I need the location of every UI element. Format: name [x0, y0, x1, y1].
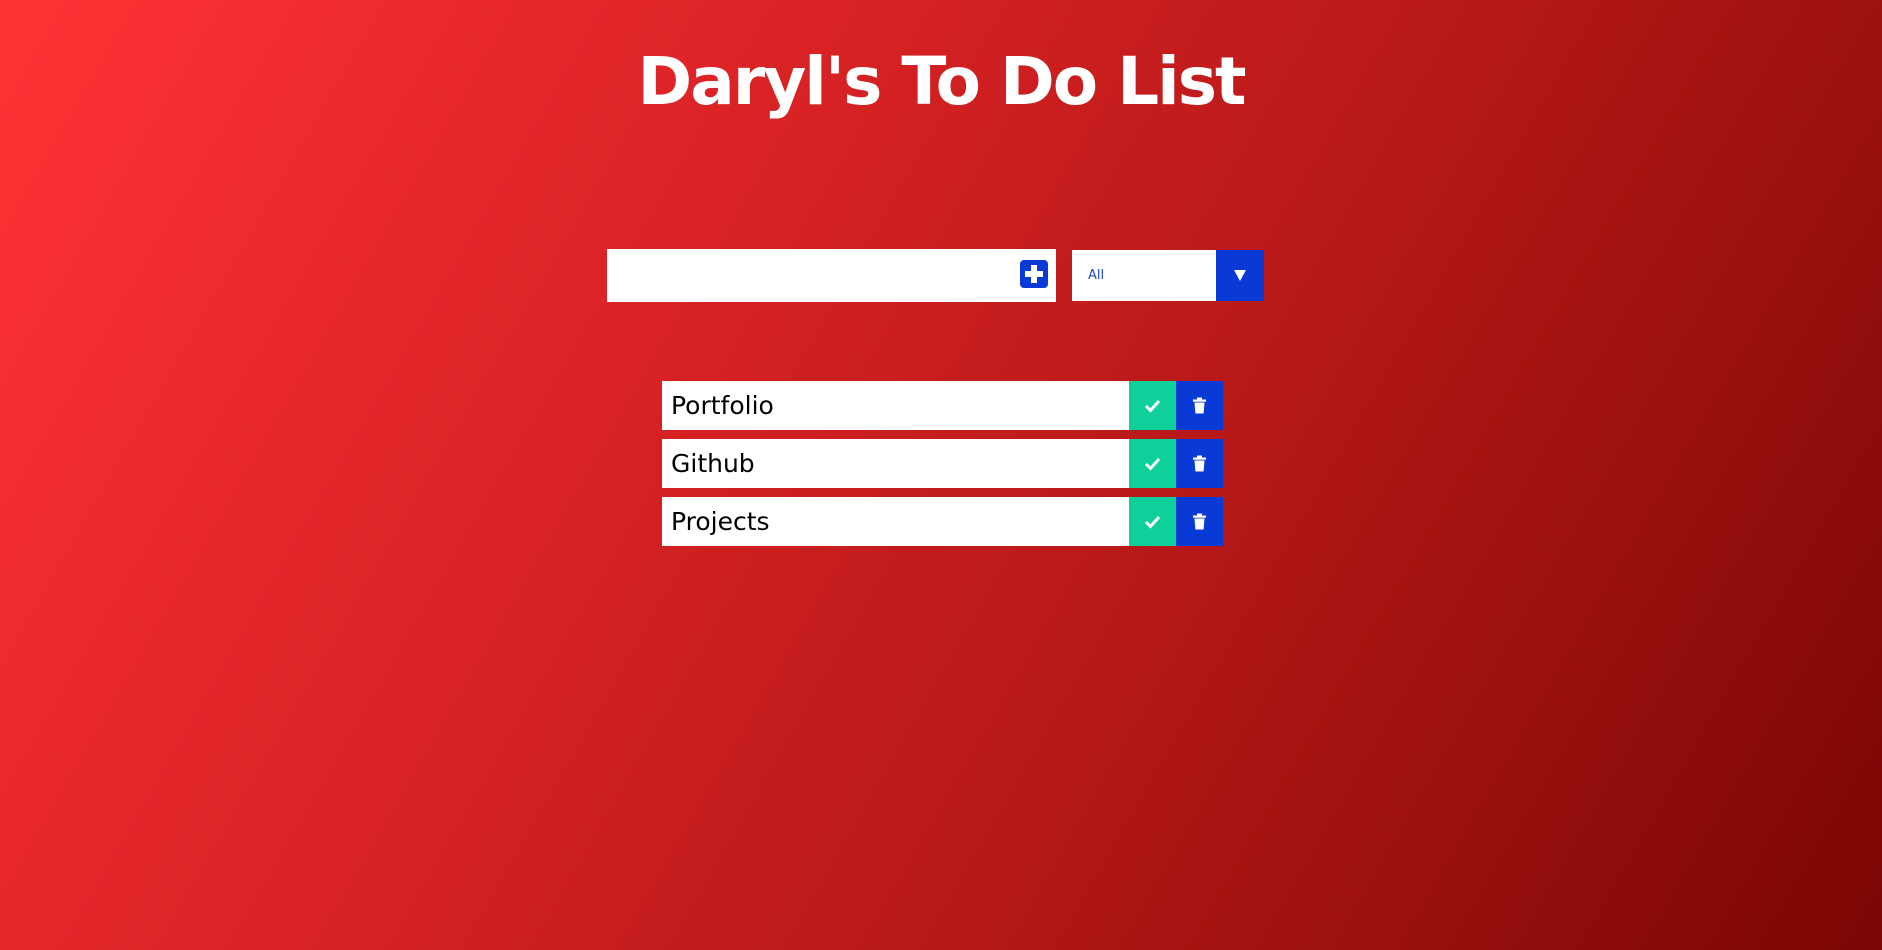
filter-dropdown-button[interactable] — [1216, 250, 1264, 301]
add-todo-button[interactable] — [1020, 260, 1048, 288]
complete-button[interactable] — [1129, 497, 1176, 546]
todo-item: Portfolio — [662, 381, 1223, 430]
trash-icon — [1193, 397, 1206, 414]
todo-list: Portfolio Github Projects — [662, 381, 1223, 555]
check-icon — [1144, 399, 1161, 413]
todo-item: Projects — [662, 497, 1223, 546]
check-icon — [1144, 457, 1161, 471]
delete-button[interactable] — [1176, 497, 1223, 546]
todo-input-wrapper — [607, 249, 1056, 302]
delete-button[interactable] — [1176, 381, 1223, 430]
page-title: Daryl's To Do List — [637, 43, 1246, 120]
plus-square-icon — [1025, 265, 1043, 283]
todo-item: Github — [662, 439, 1223, 488]
complete-button[interactable] — [1129, 439, 1176, 488]
todo-item-text: Github — [671, 449, 755, 478]
trash-icon — [1193, 513, 1206, 530]
check-icon — [1144, 515, 1161, 529]
delete-button[interactable] — [1176, 439, 1223, 488]
caret-down-icon — [1234, 270, 1246, 281]
todo-item-text: Portfolio — [671, 391, 774, 420]
complete-button[interactable] — [1129, 381, 1176, 430]
todo-input[interactable] — [607, 249, 1007, 302]
todo-item-text: Projects — [671, 507, 770, 536]
filter-select[interactable]: All — [1072, 250, 1216, 301]
trash-icon — [1193, 455, 1206, 472]
filter-select-wrapper[interactable]: All — [1072, 250, 1264, 301]
todo-form: All — [607, 249, 1264, 302]
